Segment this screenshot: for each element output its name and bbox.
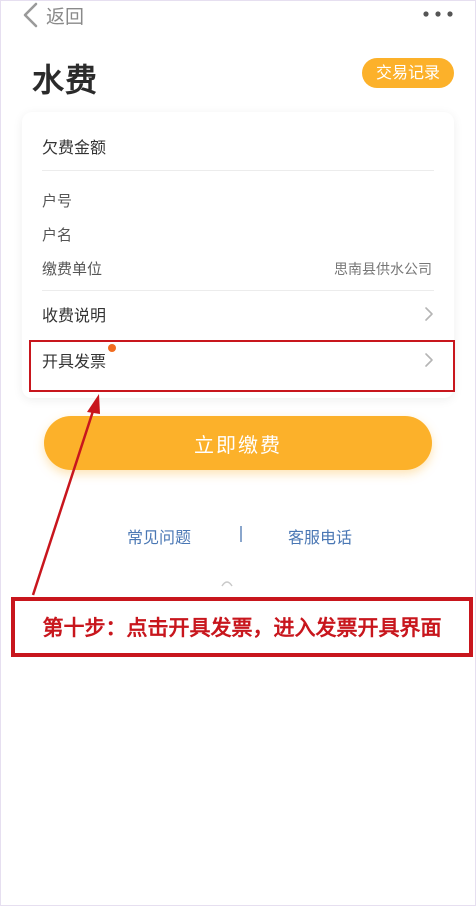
annotation-text: 第十步：点击开具发票，进入发票开具界面 [42, 616, 442, 640]
annotation-callout: 第十步：点击开具发票，进入发票开具界面 [11, 597, 473, 657]
annotation-arrow [31, 394, 100, 596]
